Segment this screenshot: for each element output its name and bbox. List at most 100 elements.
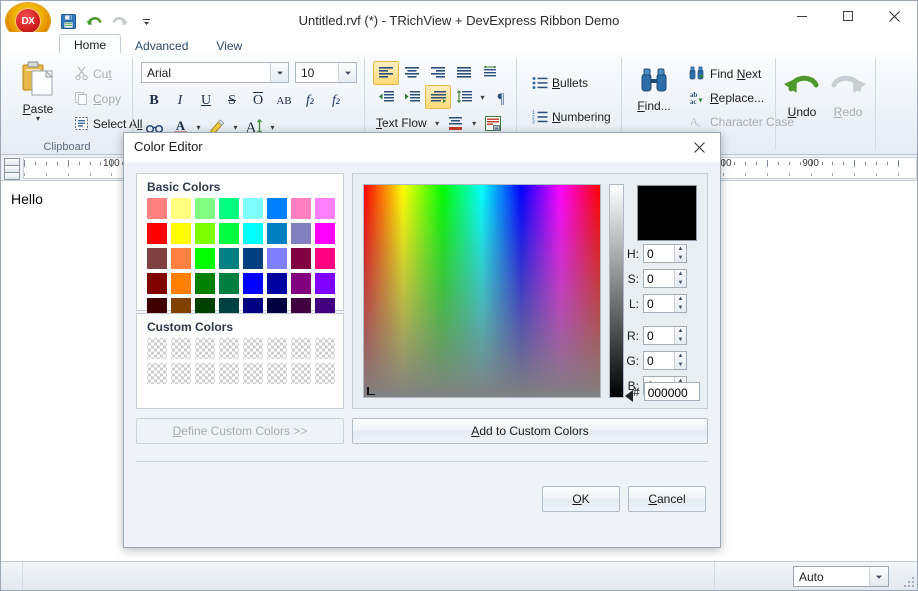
color-field-spinner[interactable]: ▲▼ [643, 351, 687, 370]
spinner-up-icon[interactable]: ▲ [675, 327, 686, 336]
decrease-indent-button[interactable] [373, 85, 399, 109]
color-field-input[interactable] [644, 352, 674, 369]
chevron-down-icon[interactable] [869, 567, 888, 586]
basic-color-swatch[interactable] [147, 198, 167, 219]
maximize-button[interactable] [825, 1, 871, 31]
color-field-spinner[interactable]: ▲▼ [643, 294, 687, 313]
font-size-combo[interactable]: 10 [295, 62, 357, 83]
basic-color-swatch[interactable] [243, 198, 263, 219]
show-formatting-marks-button[interactable]: ¶ [488, 85, 514, 109]
first-line-indent-button[interactable] [425, 85, 451, 109]
line-spacing-dropdown-arrow[interactable]: ▾ [477, 86, 488, 108]
basic-color-swatch[interactable] [267, 248, 287, 269]
underline-button[interactable]: U [193, 89, 219, 113]
spinner-down-icon[interactable]: ▼ [675, 361, 686, 370]
custom-color-swatch[interactable] [147, 338, 167, 359]
paste-dropdown-arrow[interactable]: ▾ [9, 114, 67, 123]
luminance-slider[interactable] [609, 184, 624, 398]
basic-color-swatch[interactable] [171, 198, 191, 219]
color-field-input[interactable] [644, 245, 674, 262]
tab-advanced[interactable]: Advanced [121, 36, 202, 54]
spinner-down-icon[interactable]: ▼ [675, 336, 686, 345]
color-field-spinner[interactable]: ▲▼ [643, 244, 687, 263]
chevron-down-icon[interactable] [338, 63, 356, 82]
basic-color-swatch[interactable] [315, 248, 335, 269]
line-spacing-button[interactable] [451, 85, 477, 109]
numbering-button[interactable]: 123 Numbering [527, 107, 616, 127]
basic-color-swatch[interactable] [243, 273, 263, 294]
chevron-down-icon[interactable] [270, 63, 288, 82]
custom-color-swatch[interactable] [315, 363, 335, 384]
basic-color-swatch[interactable] [147, 273, 167, 294]
indent-markers[interactable] [3, 157, 20, 179]
spinner-up-icon[interactable]: ▲ [675, 295, 686, 304]
ok-button[interactable]: OK [542, 486, 620, 512]
color-field-input[interactable] [644, 327, 674, 344]
basic-color-swatch[interactable] [267, 223, 287, 244]
color-field-input[interactable] [644, 270, 674, 287]
custom-color-swatch[interactable] [171, 338, 191, 359]
custom-color-swatch[interactable] [267, 338, 287, 359]
superscript-button[interactable]: f2 [323, 89, 349, 113]
save-icon[interactable] [56, 10, 80, 32]
basic-color-swatch[interactable] [315, 223, 335, 244]
custom-color-swatch[interactable] [267, 363, 287, 384]
text-flow-dropdown-arrow[interactable]: ▾ [432, 112, 443, 134]
basic-color-swatch[interactable] [195, 273, 215, 294]
basic-color-swatch[interactable] [291, 198, 311, 219]
undo-button[interactable]: Undo [778, 67, 826, 119]
basic-color-swatch[interactable] [315, 273, 335, 294]
basic-color-swatch[interactable] [171, 223, 191, 244]
basic-color-swatch[interactable] [219, 273, 239, 294]
bold-button[interactable]: B [141, 89, 167, 113]
basic-color-swatch[interactable] [171, 248, 191, 269]
document-text[interactable]: Hello [11, 191, 43, 207]
subscript-button[interactable]: f2 [297, 89, 323, 113]
custom-color-swatch[interactable] [291, 363, 311, 384]
strikeout-button[interactable]: S [219, 89, 245, 113]
custom-color-swatch[interactable] [219, 363, 239, 384]
spinner-up-icon[interactable]: ▲ [675, 270, 686, 279]
spinner-up-icon[interactable]: ▲ [675, 352, 686, 361]
basic-color-swatch[interactable] [267, 198, 287, 219]
add-to-custom-colors-button[interactable]: Add to Custom Colors [352, 418, 708, 444]
color-field-input[interactable] [644, 295, 674, 312]
basic-color-swatch[interactable] [243, 248, 263, 269]
align-left-button[interactable] [373, 61, 399, 85]
custom-color-swatch[interactable] [195, 338, 215, 359]
spinner-buttons[interactable]: ▲▼ [674, 295, 686, 312]
paste-button[interactable]: Paste ▾ [9, 59, 67, 123]
dialog-close-button[interactable] [682, 135, 716, 159]
color-field-spinner[interactable]: ▲▼ [643, 326, 687, 345]
basic-color-swatch[interactable] [195, 223, 215, 244]
find-button[interactable]: Find... [628, 65, 680, 113]
basic-color-swatch[interactable] [195, 248, 215, 269]
allcaps-button[interactable]: AB [271, 89, 297, 113]
bullets-button[interactable]: Bullets [527, 73, 593, 93]
basic-color-swatch[interactable] [243, 223, 263, 244]
custom-color-swatch[interactable] [195, 363, 215, 384]
hue-saturation-field[interactable] [363, 184, 601, 398]
spinner-buttons[interactable]: ▲▼ [674, 352, 686, 369]
align-right-button[interactable] [425, 61, 451, 85]
custom-color-swatch[interactable] [219, 338, 239, 359]
paragraph-border-dropdown-arrow[interactable]: ▾ [469, 112, 480, 134]
increase-indent-button[interactable] [399, 85, 425, 109]
chevron-down-icon[interactable] [134, 10, 158, 32]
align-justify-button[interactable] [451, 61, 477, 85]
custom-color-swatch[interactable] [315, 338, 335, 359]
custom-color-swatch[interactable] [243, 363, 263, 384]
overline-button[interactable]: O [245, 89, 271, 113]
hex-input-field[interactable] [645, 383, 702, 402]
basic-color-swatch[interactable] [219, 198, 239, 219]
basic-color-swatch[interactable] [219, 223, 239, 244]
basic-color-swatch[interactable] [147, 248, 167, 269]
minimize-button[interactable] [779, 1, 825, 31]
color-field-spinner[interactable]: ▲▼ [643, 269, 687, 288]
basic-color-swatch[interactable] [147, 223, 167, 244]
paragraph-spacing-button[interactable] [477, 61, 503, 85]
italic-button[interactable]: I [167, 89, 193, 113]
basic-color-swatch[interactable] [267, 273, 287, 294]
spinner-down-icon[interactable]: ▼ [675, 279, 686, 288]
text-flow-button[interactable]: Text Flow [373, 113, 432, 133]
